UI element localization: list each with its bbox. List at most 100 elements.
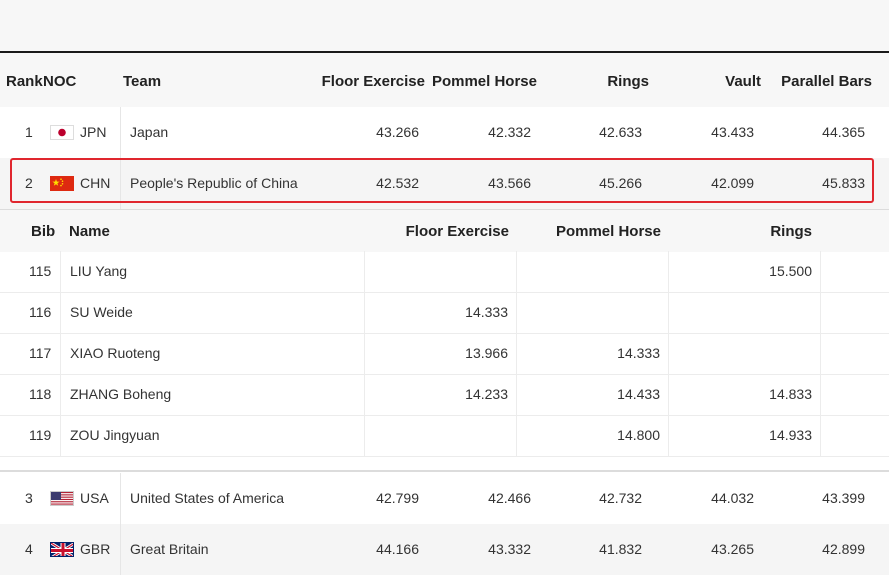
pommel-score: 14.333 [617,345,660,361]
col-noc: NOC [43,73,76,90]
team-row-usa[interactable]: 3 USA United States of America 42.799 42… [0,473,889,524]
athlete-row[interactable]: 117 XIAO Ruoteng 13.966 14.333 [0,333,889,375]
athlete-name[interactable]: LIU Yang [70,263,127,279]
athlete-name[interactable]: XIAO Ruoteng [70,345,160,361]
team-row-japan[interactable]: 1 JPN Japan 43.266 42.332 42.633 43.433 … [0,107,889,158]
noc-code: USA [80,490,109,506]
vault-score: 43.433 [711,124,754,140]
column-divider [516,374,517,415]
pommel-score: 43.332 [488,541,531,557]
column-divider [364,333,365,374]
athlete-name[interactable]: ZOU Jingyuan [70,427,159,443]
column-divider [820,333,821,374]
col-rings[interactable]: Rings [607,73,649,90]
col-parallel-bars[interactable]: Parallel Bars [781,73,872,90]
col-floor-exercise[interactable]: Floor Exercise [406,223,509,240]
col-pommel-horse[interactable]: Pommel Horse [556,223,661,240]
col-pommel-horse[interactable]: Pommel Horse [432,73,537,90]
floor-score: 14.333 [465,304,508,320]
rank: 1 [25,124,33,140]
pommel-score: 14.800 [617,427,660,443]
column-divider [516,251,517,292]
column-divider [364,292,365,333]
column-divider [60,374,61,415]
top-bar [0,0,889,51]
floor-score: 44.166 [376,541,419,557]
noc-code: JPN [80,124,106,140]
vault-score: 43.265 [711,541,754,557]
column-divider [364,251,365,292]
column-divider [668,415,669,456]
pommel-score: 14.433 [617,386,660,402]
bib-number: 117 [29,345,51,361]
column-divider [364,374,365,415]
col-bib: Bib [31,223,55,240]
col-vault[interactable]: Vault [725,73,761,90]
parallel-score: 43.399 [822,490,865,506]
column-divider [820,374,821,415]
noc-code: GBR [80,541,110,557]
column-divider [820,251,821,292]
pommel-score: 42.332 [488,124,531,140]
bib-number: 115 [29,263,51,279]
rank: 3 [25,490,33,506]
team-name[interactable]: Great Britain [130,541,209,557]
athlete-row[interactable]: 118 ZHANG Boheng 14.233 14.433 14.833 [0,374,889,416]
column-divider [120,524,121,575]
col-floor-exercise[interactable]: Floor Exercise [322,73,425,90]
pommel-score: 42.466 [488,490,531,506]
column-divider [516,333,517,374]
column-divider [668,251,669,292]
team-table-header: Rank NOC Team Floor Exercise Pommel Hors… [0,53,889,107]
column-divider [516,415,517,456]
uk-flag-icon [50,542,74,557]
column-divider [120,473,121,524]
floor-score: 13.966 [465,345,508,361]
vault-score: 44.032 [711,490,754,506]
athlete-table-header: Bib Name Floor Exercise Pommel Horse Rin… [0,209,889,252]
team-row-great-britain[interactable]: 4 GBR Great Britain 44.166 43.332 41.832… [0,524,889,575]
athlete-name[interactable]: SU Weide [70,304,133,320]
rings-score: 15.500 [769,263,812,279]
athlete-name[interactable]: ZHANG Boheng [70,386,171,402]
col-team: Team [123,73,161,90]
rings-score: 42.633 [599,124,642,140]
column-divider [120,107,121,158]
rings-score: 14.833 [769,386,812,402]
column-divider [516,292,517,333]
column-divider [60,333,61,374]
col-rings[interactable]: Rings [770,223,812,240]
usa-flag-icon [50,491,74,506]
column-divider [668,374,669,415]
parallel-score: 42.899 [822,541,865,557]
column-divider [820,415,821,456]
col-name: Name [69,223,110,240]
athlete-row[interactable]: 119 ZOU Jingyuan 14.800 14.933 [0,415,889,457]
team-name[interactable]: Japan [130,124,168,140]
team-name[interactable]: United States of America [130,490,284,506]
floor-score: 43.266 [376,124,419,140]
japan-flag-icon [50,125,74,140]
bib-number: 118 [29,386,51,402]
rank: 4 [25,541,33,557]
rings-score: 41.832 [599,541,642,557]
bib-number: 116 [29,304,51,320]
rings-score: 14.933 [769,427,812,443]
column-divider [668,292,669,333]
column-divider [60,251,61,292]
column-divider [668,333,669,374]
col-rank: Rank [6,73,43,90]
column-divider [60,292,61,333]
column-divider [820,292,821,333]
column-divider [60,415,61,456]
selected-row-highlight [10,158,874,203]
floor-score: 42.799 [376,490,419,506]
parallel-score: 44.365 [822,124,865,140]
athlete-row[interactable]: 116 SU Weide 14.333 [0,292,889,334]
section-separator [0,470,889,472]
athlete-row[interactable]: 115 LIU Yang 15.500 [0,251,889,293]
bib-number: 119 [29,427,51,443]
rings-score: 42.732 [599,490,642,506]
column-divider [364,415,365,456]
floor-score: 14.233 [465,386,508,402]
